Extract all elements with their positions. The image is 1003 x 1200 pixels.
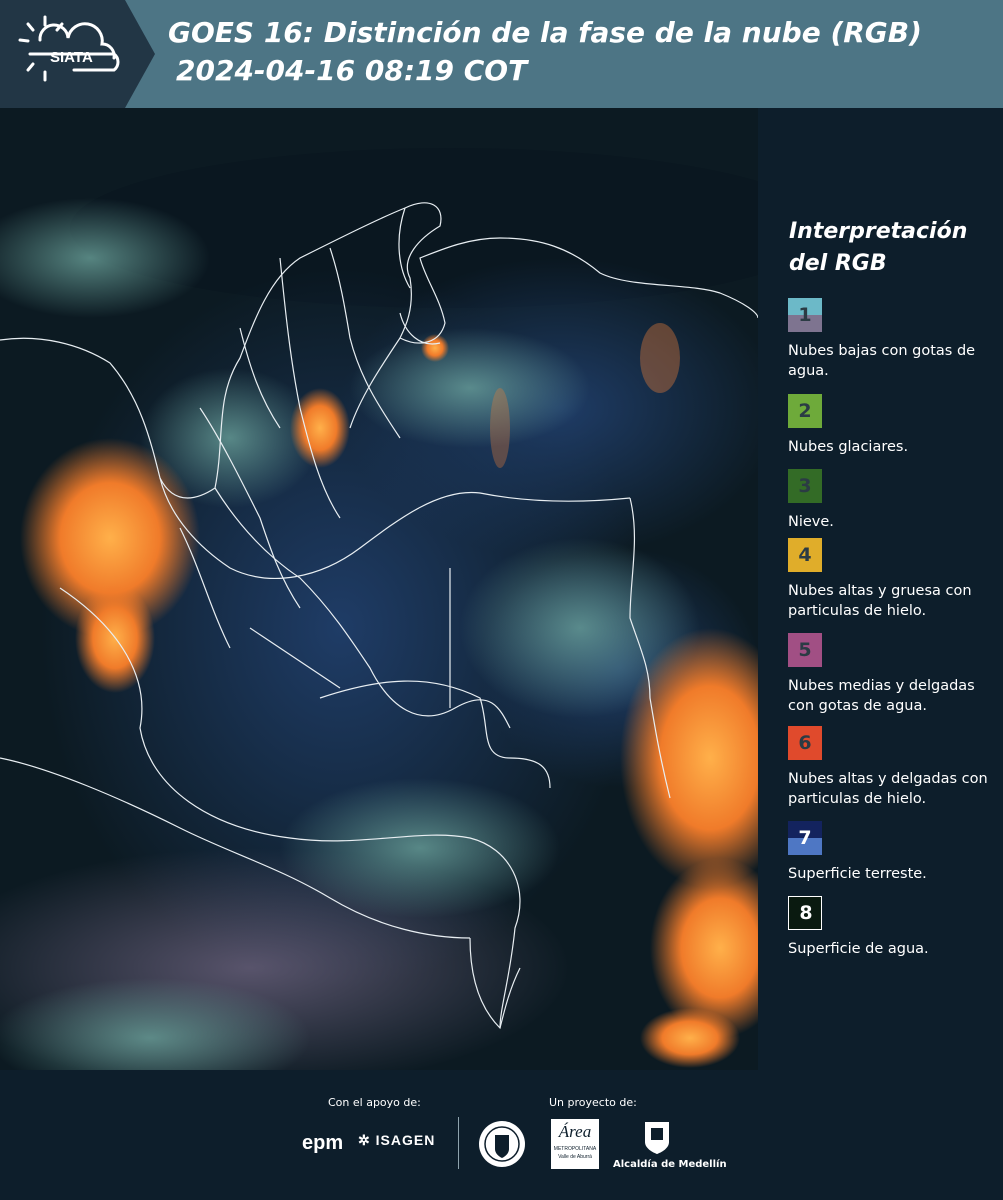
title-line-1: GOES 16: Distinción de la fase de la nub… bbox=[168, 16, 922, 49]
satellite-map[interactable] bbox=[0, 108, 758, 1070]
epm-logo-text: epm bbox=[302, 1132, 344, 1154]
page-title: GOES 16: Distinción de la fase de la nub… bbox=[168, 14, 922, 90]
legend-item-5: 5 Nubes medias y delgadas con gotas de a… bbox=[788, 633, 998, 716]
siata-logo-text: SIATA bbox=[50, 49, 93, 66]
support-label: Con el apoyo de: bbox=[328, 1096, 421, 1109]
header: SIATA GOES 16: Distinción de la fase de … bbox=[0, 0, 1003, 108]
legend-swatch-2: 2 bbox=[788, 394, 822, 428]
title-line-2: 2024-04-16 08:19 COT bbox=[176, 54, 528, 87]
legend-panel: Interpretación del RGB 1 Nubes bajas con… bbox=[760, 108, 1003, 1070]
legend-swatch-1: 1 bbox=[788, 298, 822, 332]
legend-label-4: Nubes altas y gruesa con particulas de h… bbox=[788, 583, 972, 619]
legend-number-4: 4 bbox=[798, 544, 812, 566]
legend-number-6: 6 bbox=[798, 732, 812, 754]
legend-item-7: 7 Superficie terreste. bbox=[788, 821, 998, 884]
siata-logo: SIATA bbox=[0, 0, 155, 108]
legend-item-8: 8 Superficie de agua. bbox=[788, 896, 998, 959]
footer-divider bbox=[458, 1117, 459, 1169]
area-metropolitana-logo: Área METROPOLITANA Valle de Aburrá bbox=[551, 1119, 599, 1169]
area-logo-text: Área bbox=[558, 1122, 592, 1141]
legend-label-2: Nubes glaciares. bbox=[788, 439, 909, 455]
legend-number-1: 1 bbox=[798, 304, 812, 326]
epm-logo: epm bbox=[302, 1132, 343, 1155]
legend-swatch-4: 4 bbox=[788, 538, 822, 572]
legend-item-2: 2 Nubes glaciares. bbox=[788, 394, 998, 457]
legend-number-3: 3 bbox=[798, 475, 812, 497]
legend-swatch-5: 5 bbox=[788, 633, 822, 667]
legend-number-8: 8 bbox=[799, 902, 813, 924]
legend-label-8: Superficie de agua. bbox=[788, 941, 929, 957]
map-image bbox=[0, 108, 758, 1070]
legend-label-5: Nubes medias y delgadas con gotas de agu… bbox=[788, 678, 975, 714]
legend-label-3: Nieve. bbox=[788, 514, 834, 530]
legend-item-6: 6 Nubes altas y delgadas con particulas … bbox=[788, 726, 998, 809]
legend-label-1: Nubes bajas con gotas de agua. bbox=[788, 343, 976, 379]
legend-number-2: 2 bbox=[798, 400, 812, 422]
isagen-logo: ✲ ISAGEN bbox=[358, 1132, 435, 1149]
legend-item-4: 4 Nubes altas y gruesa con particulas de… bbox=[788, 538, 998, 621]
legend-item-1: 1 Nubes bajas con gotas de agua. bbox=[788, 298, 998, 381]
legend-number-5: 5 bbox=[798, 639, 812, 661]
isagen-star-icon: ✲ bbox=[358, 1132, 371, 1148]
legend-title-line-2: del RGB bbox=[789, 251, 887, 276]
alcaldia-shield-logo bbox=[645, 1122, 669, 1154]
legend-title-line-1: Interpretación bbox=[789, 219, 968, 244]
legend-label-6: Nubes altas y delgadas con particulas de… bbox=[788, 771, 988, 807]
area-logo-sub2: Valle de Aburrá bbox=[558, 1154, 592, 1160]
project-label: Un proyecto de: bbox=[549, 1096, 637, 1109]
isagen-logo-text: ISAGEN bbox=[375, 1132, 436, 1148]
alcaldia-label: Alcaldía de Medellín bbox=[613, 1159, 727, 1170]
legend-item-3: 3 Nieve. bbox=[788, 469, 998, 532]
legend-number-7: 7 bbox=[798, 827, 812, 849]
footer: Con el apoyo de: Un proyecto de: epm ✲ I… bbox=[0, 1070, 1003, 1200]
medellin-seal-logo bbox=[479, 1121, 525, 1167]
legend-swatch-6: 6 bbox=[788, 726, 822, 760]
area-logo-sub1: METROPOLITANA bbox=[553, 1146, 597, 1152]
legend-title: Interpretación del RGB bbox=[789, 216, 967, 280]
legend-label-7: Superficie terreste. bbox=[788, 866, 927, 882]
legend-swatch-8: 8 bbox=[788, 896, 822, 930]
legend-swatch-3: 3 bbox=[788, 469, 822, 503]
legend-swatch-7: 7 bbox=[788, 821, 822, 855]
